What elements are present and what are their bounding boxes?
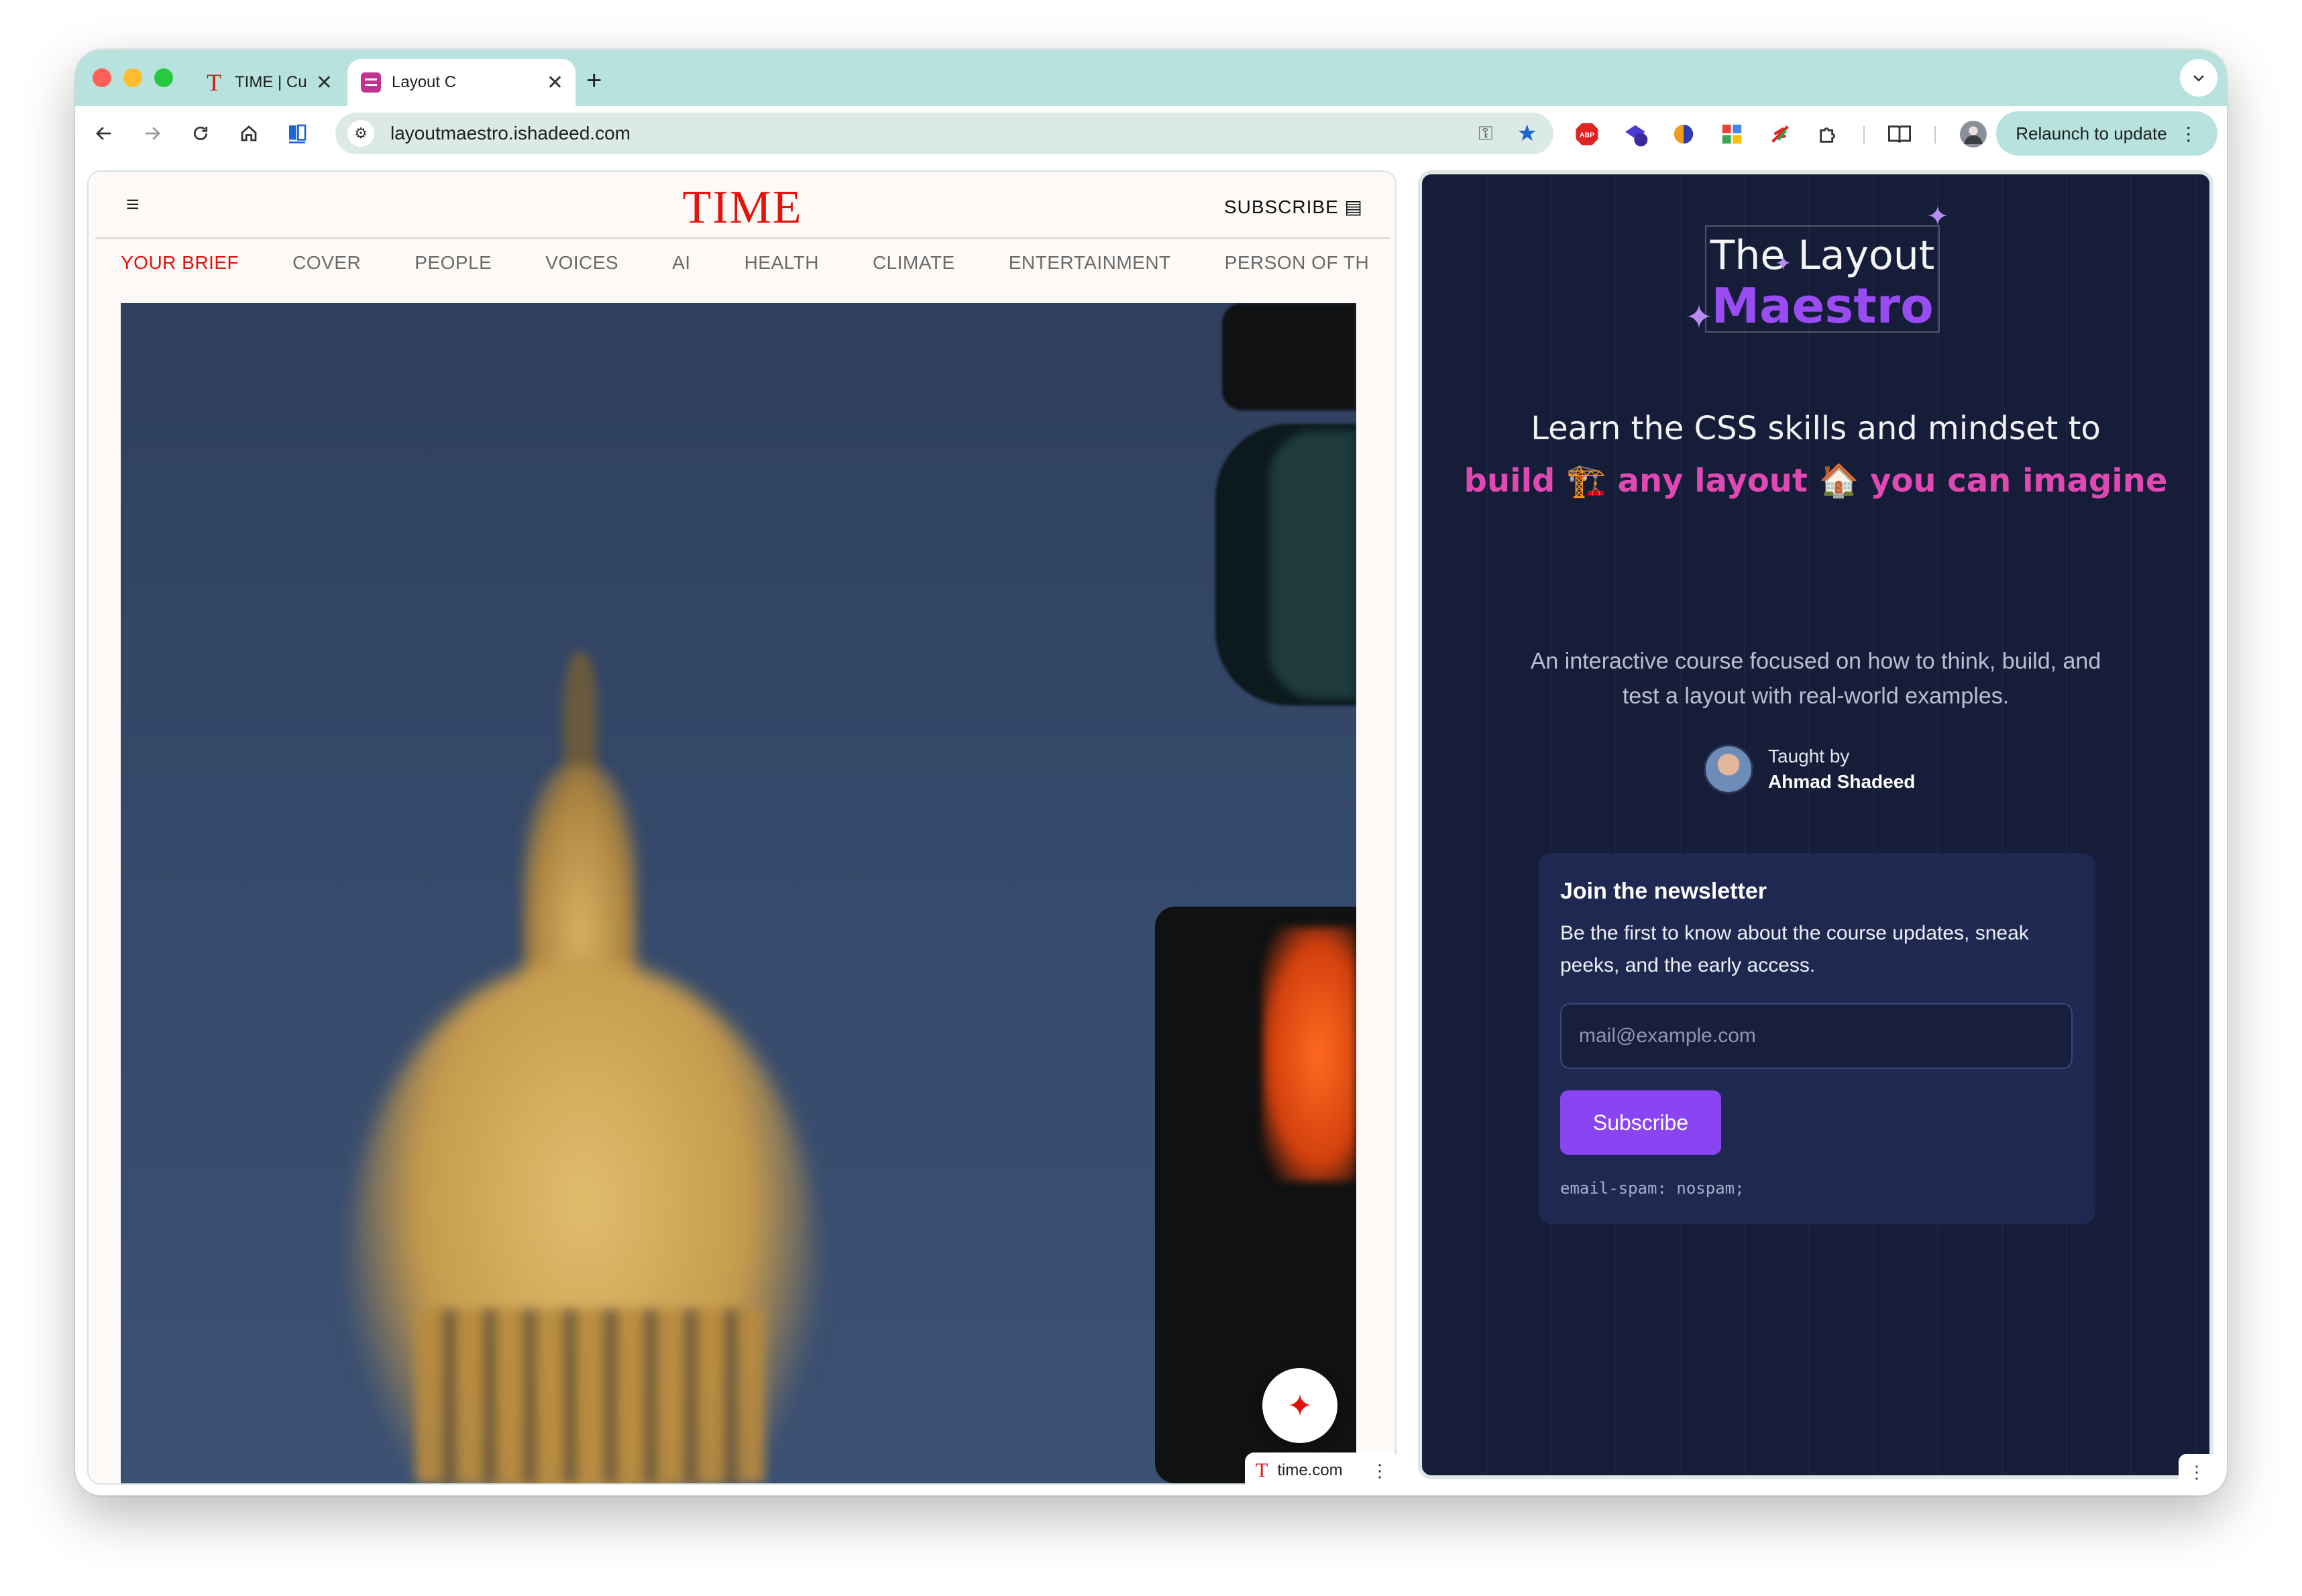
relaunch-label: Relaunch to update [2016, 123, 2167, 144]
split-view-content: ≡ TIME SUBSCRIBE ▤ YOUR BRIEF COVER PEOP… [75, 161, 2227, 1495]
minimize-window-button[interactable] [123, 68, 142, 87]
site-domain: time.com [1277, 1461, 1343, 1479]
key-icon[interactable]: ⚿ [1478, 123, 1492, 145]
reading-list-icon[interactable] [1886, 121, 1913, 148]
maestro-favicon-icon [360, 71, 382, 94]
svg-text:ABP: ABP [1580, 131, 1594, 139]
maximize-window-button[interactable] [154, 68, 173, 87]
home-button[interactable] [231, 115, 267, 152]
layout-maestro-pane[interactable]: The Layout Maestro ✦ ✦ ✦ Learn the CSS s… [1418, 170, 2213, 1479]
subscribe-link[interactable]: SUBSCRIBE ▤ [1224, 196, 1363, 218]
home-icon [241, 125, 257, 141]
nav-item-climate[interactable]: CLIMATE [873, 252, 955, 292]
newsletter-footnote: email-spam: nospam; [1560, 1179, 1745, 1198]
reload-icon [193, 126, 208, 140]
toolbar-divider [1863, 126, 1865, 144]
nav-item-your-brief[interactable]: YOUR BRIEF [121, 252, 239, 292]
more-menu-icon: ⋮ [2179, 123, 2198, 144]
profile-avatar[interactable] [1960, 121, 1987, 148]
hero-lead: An interactive course focused on how to … [1530, 648, 2101, 709]
dont-walk-hand-icon [1262, 927, 1356, 1182]
time-favicon-icon: T [207, 69, 221, 96]
close-window-button[interactable] [93, 68, 111, 87]
extension-badge-icon[interactable] [1622, 121, 1649, 148]
new-tab-button[interactable]: + [586, 66, 602, 96]
browser-window: T TIME | Cu ✕ Layout C ✕ + ⚙ layoutmaest… [75, 50, 2227, 1495]
nav-item-entertainment[interactable]: ENTERTAINMENT [1009, 252, 1171, 292]
avatar [1704, 744, 1753, 794]
maestro-logo[interactable]: The Layout Maestro [1705, 225, 1940, 334]
sparkle-icon: ✦ [1775, 253, 1792, 275]
logo-line1: The Layout [1710, 232, 1935, 279]
close-icon[interactable]: ✕ [547, 71, 563, 95]
arrow-right-icon [146, 127, 160, 140]
tab-title: TIME | Cu [235, 73, 307, 91]
hero-headline: Learn the CSS skills and mindset to buil… [1464, 410, 2168, 500]
sparkle-icon: ✦ [1685, 298, 1713, 336]
nav-item-people[interactable]: PEOPLE [415, 252, 492, 292]
chevron-down-icon [2193, 75, 2204, 82]
puzzle-icon[interactable] [1815, 121, 1842, 148]
hero-image[interactable]: ✦ [121, 303, 1356, 1483]
nav-item-health[interactable]: HEALTH [745, 252, 819, 292]
reload-button[interactable] [182, 115, 219, 152]
author-block: Taught by Ahmad Shadeed [1704, 744, 1915, 794]
pane-site-chip[interactable]: T time.com ⋮ [1245, 1452, 1399, 1489]
tab-strip: T TIME | Cu ✕ Layout C ✕ + [75, 50, 2227, 106]
pane-menu-button[interactable]: ⋮ [2179, 1454, 2215, 1490]
sparkle-icon: ✦ [1926, 202, 1949, 231]
magazine-icon: ▤ [1344, 196, 1363, 217]
relaunch-to-update-button[interactable]: Relaunch to update ⋮ [1996, 111, 2217, 156]
author-name: Ahmad Shadeed [1768, 771, 1916, 792]
sparkle-icon: ✦ [1286, 1388, 1313, 1423]
logo-line2: Maestro [1711, 278, 1934, 334]
nav-item-cover[interactable]: COVER [292, 252, 361, 292]
nav-item-person-of-the-year[interactable]: PERSON OF THE YEAR [1225, 252, 1368, 292]
split-view-icon [289, 124, 307, 144]
time-header: ≡ TIME SUBSCRIBE ▤ [95, 172, 1390, 239]
time-pane[interactable]: ≡ TIME SUBSCRIBE ▤ YOUR BRIEF COVER PEOP… [87, 170, 1396, 1485]
close-icon[interactable]: ✕ [316, 71, 333, 95]
tab-search-button[interactable] [2180, 59, 2217, 97]
more-menu-icon[interactable]: ⋮ [1371, 1461, 1388, 1481]
google-photos-icon[interactable] [1718, 121, 1745, 148]
subscribe-button[interactable]: Subscribe [1560, 1090, 1721, 1155]
adblock-icon[interactable]: ABP [1574, 121, 1600, 148]
colorful-circle-icon[interactable] [1670, 121, 1697, 148]
nav-item-voices[interactable]: VOICES [545, 252, 618, 292]
more-menu-icon: ⋮ [2188, 1461, 2205, 1482]
browser-toolbar: ⚙ layoutmaestro.ishadeed.com ⚿ ★ ABP Rel… [75, 106, 2227, 161]
time-favicon-icon: T [1256, 1459, 1268, 1481]
time-logo[interactable]: TIME [95, 181, 1390, 235]
email-field[interactable] [1560, 1003, 2073, 1069]
feather-icon[interactable] [1767, 121, 1794, 148]
nav-item-ai[interactable]: AI [672, 252, 690, 292]
tab-time[interactable]: T TIME | Cu ✕ [190, 59, 345, 106]
forward-button[interactable] [134, 115, 170, 152]
address-bar[interactable]: ⚙ layoutmaestro.ishadeed.com ⚿ ★ [335, 113, 1553, 154]
tab-layout-maestro[interactable]: Layout C ✕ [347, 59, 576, 106]
newsletter-title: Join the newsletter [1560, 878, 1767, 904]
ai-sparkle-button[interactable]: ✦ [1262, 1368, 1337, 1443]
newsletter-description: Be the first to know about the course up… [1560, 922, 2029, 976]
arrow-left-icon [96, 127, 111, 140]
time-section-nav: YOUR BRIEF COVER PEOPLE VOICES AI HEALTH… [121, 252, 1368, 292]
newsletter-card: Join the newsletter Be the first to know… [1539, 853, 2095, 1224]
bookmark-star-icon[interactable]: ★ [1517, 120, 1537, 147]
back-button[interactable] [86, 115, 122, 152]
url-text[interactable]: layoutmaestro.ishadeed.com [390, 123, 1478, 144]
taught-by-label: Taught by [1768, 746, 1850, 766]
reading-mode-button[interactable] [279, 115, 315, 152]
toolbar-divider [1934, 126, 1936, 144]
tab-title: Layout C [392, 73, 457, 91]
site-settings-icon[interactable]: ⚙ [347, 120, 374, 147]
